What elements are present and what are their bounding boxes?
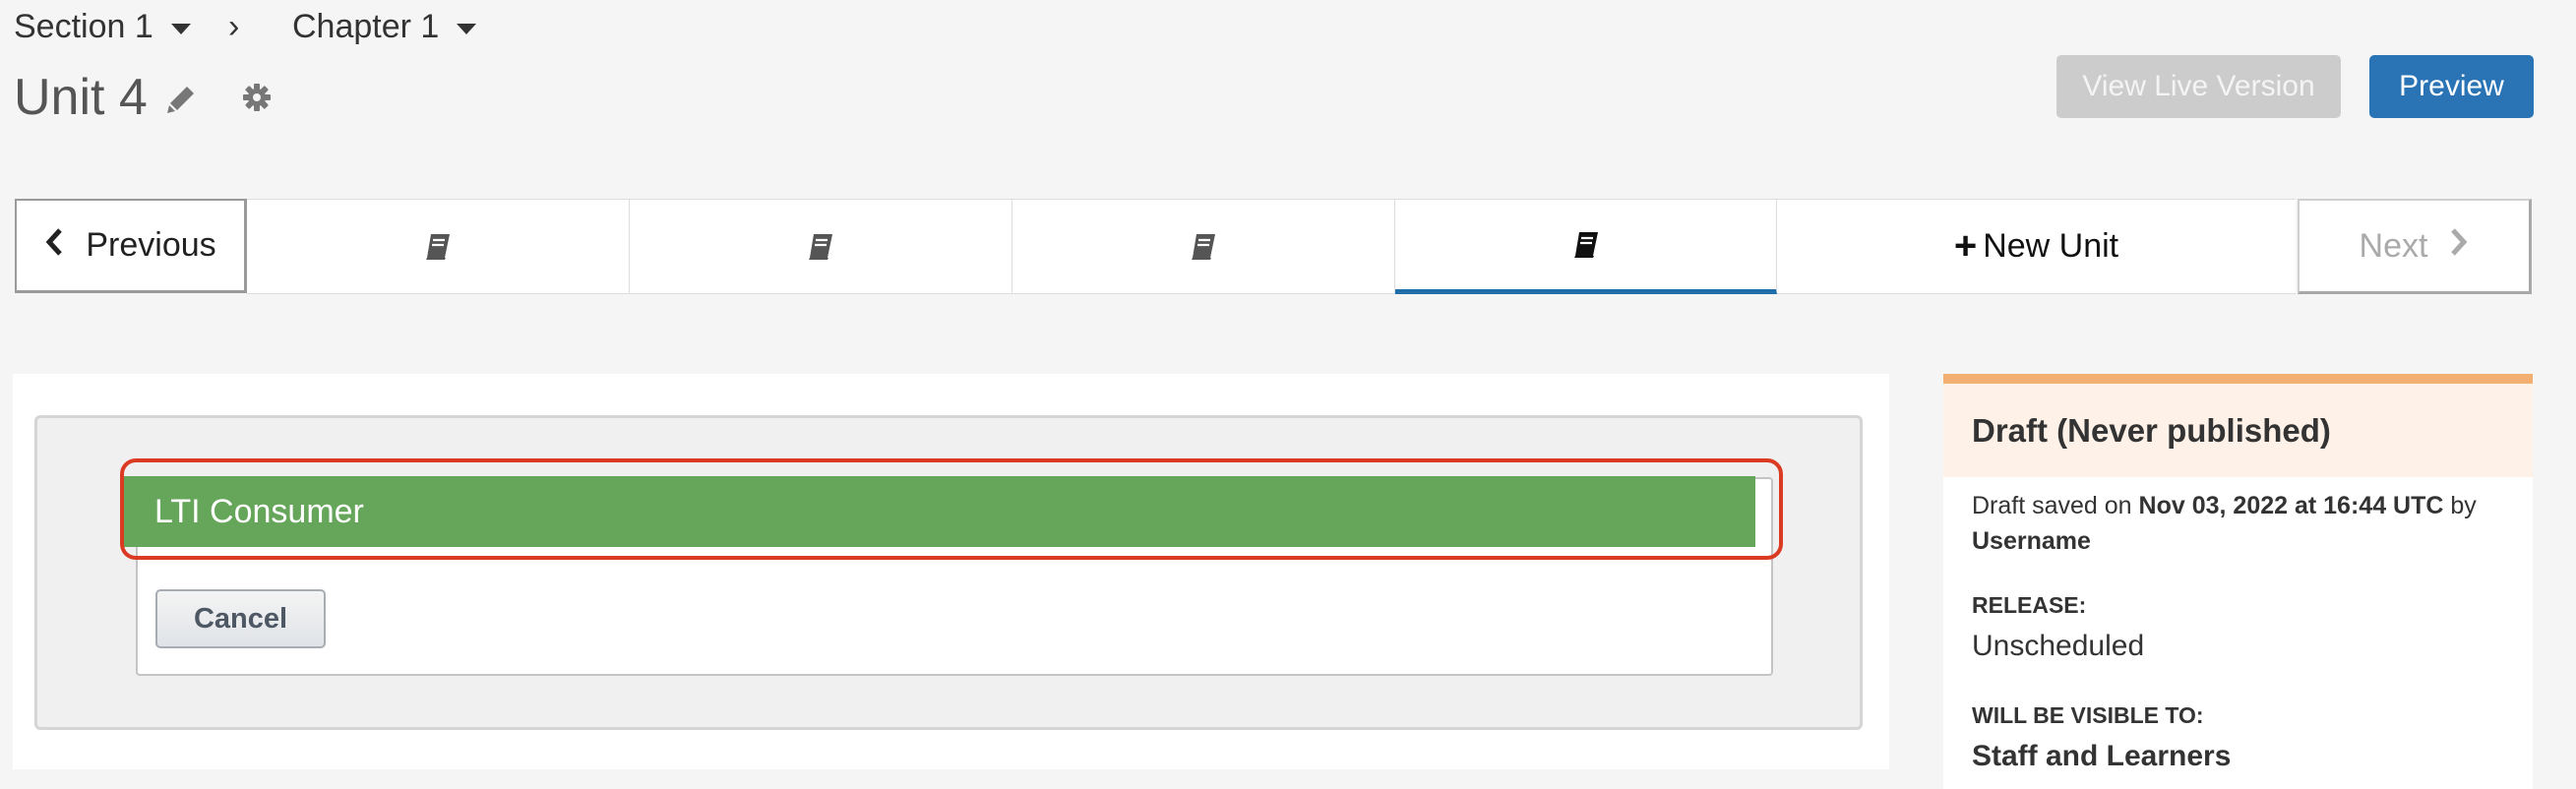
- breadcrumb-chapter-label: Chapter 1: [292, 8, 440, 45]
- next-label: Next: [2359, 226, 2428, 265]
- add-component-area: [34, 415, 1863, 730]
- lti-consumer-option[interactable]: LTI Consumer: [121, 476, 1755, 547]
- visible-to-value: Staff and Learners: [1972, 740, 2232, 772]
- publish-status-sidebar: Draft (Never published) Draft saved on N…: [1943, 374, 2533, 789]
- gear-icon: [243, 84, 271, 111]
- saved-date: Nov 03, 2022 at 16:44 UTC: [2138, 492, 2444, 519]
- breadcrumb-section-label: Section 1: [14, 8, 153, 45]
- breadcrumb-section[interactable]: Section 1: [14, 8, 191, 46]
- breadcrumb-chapter[interactable]: Chapter 1: [292, 8, 477, 46]
- new-unit-label: New Unit: [1983, 227, 2119, 265]
- plus-icon: +: [1953, 224, 1978, 268]
- view-live-version-button[interactable]: View Live Version: [2056, 55, 2341, 118]
- unit-navigation: Previous + New Unit Next: [15, 199, 2532, 296]
- visible-to-label: WILL BE VISIBLE TO:: [1972, 702, 2204, 728]
- book-icon: [426, 233, 450, 260]
- unit-tab-2[interactable]: [630, 199, 1012, 294]
- unit-content-panel: [13, 374, 1889, 769]
- unit-tab-1[interactable]: [247, 199, 630, 294]
- status-title: Draft (Never published): [1943, 384, 2533, 477]
- saved-by: by: [2450, 492, 2477, 519]
- previous-button[interactable]: Previous: [15, 199, 247, 293]
- book-icon: [809, 233, 832, 260]
- cancel-button[interactable]: Cancel: [155, 589, 326, 648]
- book-icon: [1192, 233, 1215, 260]
- draft-saved-line: Draft saved on Nov 03, 2022 at 16:44 UTC…: [1972, 492, 2477, 520]
- pencil-icon: [167, 87, 194, 113]
- chevron-left-icon: [44, 227, 64, 265]
- new-unit-button[interactable]: + New Unit: [1777, 199, 2296, 294]
- unit-tab-3[interactable]: [1012, 199, 1395, 294]
- saved-prefix: Draft saved on: [1972, 492, 2132, 519]
- edit-title-button[interactable]: [165, 84, 197, 120]
- username: Username: [1972, 527, 2091, 555]
- next-button[interactable]: Next: [2298, 199, 2532, 294]
- unit-tab-4-active[interactable]: [1395, 199, 1777, 294]
- book-icon: [1573, 231, 1598, 258]
- release-value: Unscheduled: [1972, 630, 2145, 662]
- page-title: Unit 4: [14, 69, 148, 126]
- release-label: RELEASE:: [1972, 592, 2087, 618]
- breadcrumb-separator: ›: [228, 8, 240, 45]
- preview-button[interactable]: Preview: [2369, 55, 2534, 118]
- username-line: Username: [1972, 527, 2091, 556]
- status-accent-bar: [1943, 374, 2533, 384]
- caret-down-icon: [170, 24, 191, 34]
- chevron-right-icon: [2449, 227, 2469, 265]
- settings-button[interactable]: [241, 82, 273, 118]
- caret-down-icon: [457, 24, 477, 34]
- previous-label: Previous: [86, 226, 216, 264]
